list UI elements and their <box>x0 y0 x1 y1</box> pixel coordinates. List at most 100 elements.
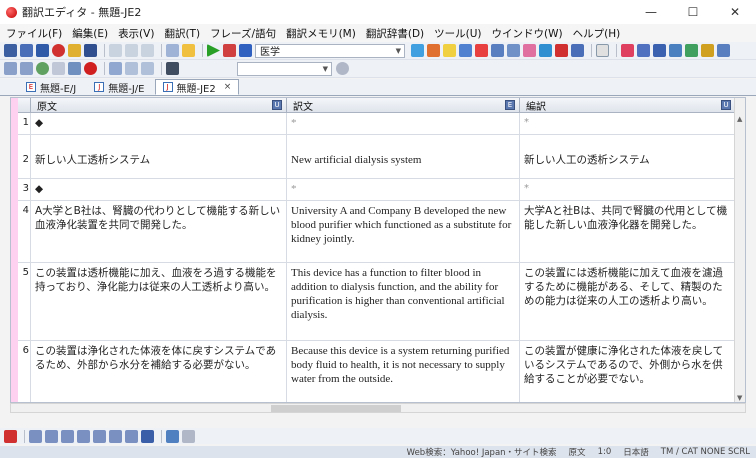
copy-icon[interactable] <box>125 44 138 57</box>
source-cell[interactable]: 新しい人工透析システム <box>31 135 287 178</box>
dictionary-select[interactable]: 医学 ▼ <box>255 43 405 58</box>
underline-icon[interactable] <box>475 44 488 57</box>
translation-cell[interactable]: New artificial dialysis system <box>287 135 520 178</box>
menu-phrase[interactable]: フレーズ/語句 <box>210 26 276 41</box>
help-icon[interactable] <box>182 44 195 57</box>
new-document-icon[interactable] <box>4 44 17 57</box>
record-icon[interactable] <box>52 44 65 57</box>
translate-icon[interactable] <box>207 44 220 57</box>
scroll-thumb[interactable] <box>271 405 401 412</box>
stop-icon[interactable] <box>239 44 252 57</box>
edited-cell[interactable]: 大学Aと社Bは、共同で腎臓の代用として機能した新しい血液浄化器を開発した。 <box>520 201 736 262</box>
source-column-header[interactable]: 原文 U <box>31 98 287 113</box>
heart-icon[interactable] <box>523 44 536 57</box>
view-mode-2-icon[interactable] <box>45 429 58 443</box>
search-icon[interactable] <box>336 62 349 75</box>
close-tab-icon[interactable]: × <box>224 82 232 92</box>
edited-cell[interactable]: この装置には透析機能に加えて血液を濾過するために機能がある、そして、精製のための… <box>520 263 736 340</box>
source-cell[interactable]: A大学とB社は、腎臓の代わりとして機能する新しい血液浄化装置を共同で開発した。 <box>31 201 287 262</box>
page-icon[interactable] <box>125 62 138 75</box>
table-row[interactable]: 4 A大学とB社は、腎臓の代わりとして機能する新しい血液浄化装置を共同で開発した… <box>18 201 736 263</box>
table-row[interactable]: 5 この装置は透析機能に加え、血液をろ過する機能を持っており、浄化能力は従来の人… <box>18 263 736 341</box>
translate-option-icon[interactable] <box>223 44 236 57</box>
maximize-button[interactable]: ☐ <box>672 0 714 24</box>
back-icon[interactable] <box>4 62 17 75</box>
tab-untitled-ej[interactable]: E 無題-E/J <box>18 79 84 95</box>
settings-icon[interactable] <box>701 44 714 57</box>
source-cell[interactable]: ◆ <box>31 113 287 134</box>
style-icon[interactable] <box>182 429 195 443</box>
table-row[interactable]: 3 ◆ * * <box>18 179 736 201</box>
warning-icon[interactable] <box>4 429 17 443</box>
translation-cell[interactable]: Because this device is a system returnin… <box>287 341 520 402</box>
open-icon[interactable] <box>36 44 49 57</box>
record-dot-icon[interactable] <box>84 62 97 75</box>
close-button[interactable]: ✕ <box>714 0 756 24</box>
tab-untitled-je[interactable]: J 無題-J/E <box>86 79 152 95</box>
sync-icon[interactable] <box>685 44 698 57</box>
no-translate-icon[interactable] <box>555 44 568 57</box>
menu-translate[interactable]: 翻訳(T) <box>164 26 200 41</box>
menu-tools[interactable]: ツール(U) <box>434 26 481 41</box>
translation-cell[interactable]: This device has a function to filter blo… <box>287 263 520 340</box>
monitor-icon[interactable] <box>166 62 179 75</box>
vertical-scrollbar[interactable]: ▲ ▼ <box>734 98 745 402</box>
source-cell[interactable]: この装置は透析機能に加え、血液をろ過する機能を持っており、浄化能力は従来の人工透… <box>31 263 287 340</box>
source-cell[interactable]: ◆ <box>31 179 287 200</box>
source-column-button-icon[interactable]: U <box>272 100 282 110</box>
merge-icon[interactable] <box>507 44 520 57</box>
insert-icon[interactable] <box>459 44 472 57</box>
print-icon[interactable] <box>166 44 179 57</box>
cut-icon[interactable] <box>109 44 122 57</box>
view-mode-7-icon[interactable] <box>125 429 138 443</box>
check-icon[interactable] <box>539 44 552 57</box>
horizontal-scrollbar[interactable] <box>10 403 746 413</box>
highlight-icon[interactable] <box>443 44 456 57</box>
view-mode-5-icon[interactable] <box>93 429 106 443</box>
tab-untitled-je2[interactable]: J 無題-JE2 × <box>154 79 240 95</box>
split-icon[interactable] <box>491 44 504 57</box>
play-icon[interactable] <box>109 62 122 75</box>
table-row[interactable]: 2 新しい人工透析システム New artificial dialysis sy… <box>18 135 736 179</box>
column-icon[interactable] <box>669 44 682 57</box>
edited-column-header[interactable]: 編訳 U <box>520 98 736 113</box>
dictionary-edit-icon[interactable] <box>427 44 440 57</box>
translation-cell[interactable]: University A and Company B developed the… <box>287 201 520 262</box>
translation-cell[interactable]: * <box>287 179 520 200</box>
layout-icon[interactable] <box>621 44 634 57</box>
menu-file[interactable]: ファイル(F) <box>6 26 62 41</box>
table-row[interactable]: 6 この装置は浄化された体液を体に戻すシステムであるため、外部から水分を補給する… <box>18 341 736 402</box>
menu-view[interactable]: 表示(V) <box>118 26 154 41</box>
memo-icon[interactable] <box>571 44 584 57</box>
view-mode-6-icon[interactable] <box>109 429 122 443</box>
menu-dictionary[interactable]: 翻訳辞書(D) <box>366 26 424 41</box>
translation-column-button-icon[interactable]: E <box>505 100 515 110</box>
menu-memory[interactable]: 翻訳メモリ(M) <box>286 26 356 41</box>
view-mode-4-icon[interactable] <box>77 429 90 443</box>
edited-cell[interactable]: * <box>520 179 736 200</box>
view-icon[interactable] <box>596 44 609 57</box>
font-icon[interactable] <box>166 429 179 443</box>
folder-icon[interactable] <box>68 44 81 57</box>
menu-window[interactable]: ウインドウ(W) <box>492 26 563 41</box>
refresh-icon[interactable] <box>36 62 49 75</box>
menu-edit[interactable]: 編集(E) <box>72 26 108 41</box>
edited-cell[interactable]: * <box>520 113 736 134</box>
save-icon[interactable] <box>84 44 97 57</box>
edited-column-button-icon[interactable]: U <box>721 100 731 110</box>
navigation-select[interactable]: ▼ <box>237 61 332 76</box>
edited-cell[interactable]: 新しい人工の透析システム <box>520 135 736 178</box>
minimize-button[interactable]: — <box>630 0 672 24</box>
new-template-icon[interactable] <box>20 44 33 57</box>
translation-column-header[interactable]: 訳文 E <box>287 98 520 113</box>
document-icon[interactable] <box>141 62 154 75</box>
edited-cell[interactable]: この装置が健康に浄化された体液を戻しているシステムであるので、外側から水を供給す… <box>520 341 736 402</box>
menu-help[interactable]: ヘルプ(H) <box>573 26 621 41</box>
table-row[interactable]: 1 ◆ * * <box>18 113 736 135</box>
view-mode-8-icon[interactable] <box>141 429 154 443</box>
scroll-up-icon[interactable]: ▲ <box>737 115 742 123</box>
dictionary-lookup-icon[interactable] <box>411 44 424 57</box>
web-search-status[interactable]: Web検索：Yahoo! Japan・サイト検索 <box>407 446 557 458</box>
paste-icon[interactable] <box>141 44 154 57</box>
source-cell[interactable]: この装置は浄化された体液を体に戻すシステムであるため、外部から水分を補給する必要… <box>31 341 287 402</box>
